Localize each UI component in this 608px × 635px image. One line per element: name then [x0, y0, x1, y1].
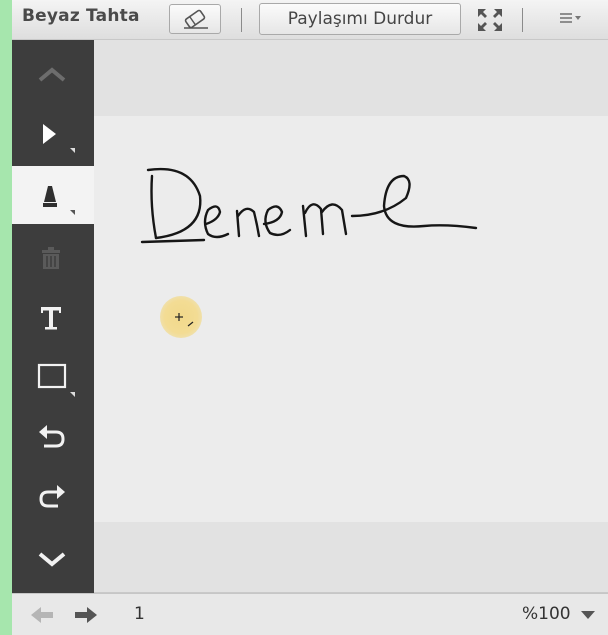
stop-sharing-button[interactable]: Paylaşımı Durdur	[259, 3, 461, 35]
separator	[522, 8, 523, 32]
pod-title: Beyaz Tahta	[22, 6, 140, 26]
trash-icon	[42, 247, 60, 269]
zoom-dropdown[interactable]: %100	[518, 598, 602, 630]
caret-down-icon	[581, 611, 595, 619]
fullscreen-icon	[478, 9, 502, 31]
whiteboard-app: Beyaz Tahta Paylaşımı Durdur 1 %100	[12, 0, 608, 635]
redo-icon	[39, 485, 65, 508]
undo-icon	[39, 425, 65, 448]
separator	[241, 8, 242, 32]
pen-icon	[43, 186, 75, 215]
pen-cursor-highlight	[160, 296, 202, 338]
rectangle-icon	[37, 363, 75, 397]
select-tool-button[interactable]	[12, 104, 94, 162]
canvas-bottom-margin	[94, 522, 608, 593]
zoom-level: %100	[522, 604, 571, 624]
redo-button[interactable]	[12, 468, 94, 526]
scroll-down-button[interactable]	[12, 532, 94, 590]
canvas-top-margin	[94, 40, 608, 116]
header-bar: Beyaz Tahta Paylaşımı Durdur	[12, 0, 608, 40]
clear-board-button[interactable]	[169, 4, 221, 34]
chevron-up-icon	[38, 67, 66, 82]
undo-button[interactable]	[12, 408, 94, 466]
text-tool-button[interactable]	[12, 288, 94, 346]
menu-icon	[560, 13, 581, 23]
chevron-down-icon	[38, 552, 66, 567]
crosshair-icon	[175, 313, 194, 327]
page-number: 1	[134, 604, 145, 624]
pointer-arrow-icon	[43, 124, 75, 153]
fullscreen-button[interactable]	[475, 6, 505, 34]
eraser-icon	[184, 9, 208, 29]
shape-tool-button[interactable]	[12, 348, 94, 406]
pen-tool-button[interactable]	[12, 166, 94, 224]
options-menu-button[interactable]	[558, 10, 588, 30]
arrow-right-icon	[75, 607, 97, 623]
text-icon	[41, 307, 61, 330]
tools-sidebar	[12, 40, 94, 593]
scroll-up-button[interactable]	[12, 40, 94, 98]
delete-button[interactable]	[12, 230, 94, 288]
next-page-button[interactable]	[70, 604, 100, 626]
previous-page-button[interactable]	[28, 604, 58, 626]
footer-bar: 1 %100	[12, 593, 608, 635]
arrow-left-icon	[31, 607, 53, 623]
